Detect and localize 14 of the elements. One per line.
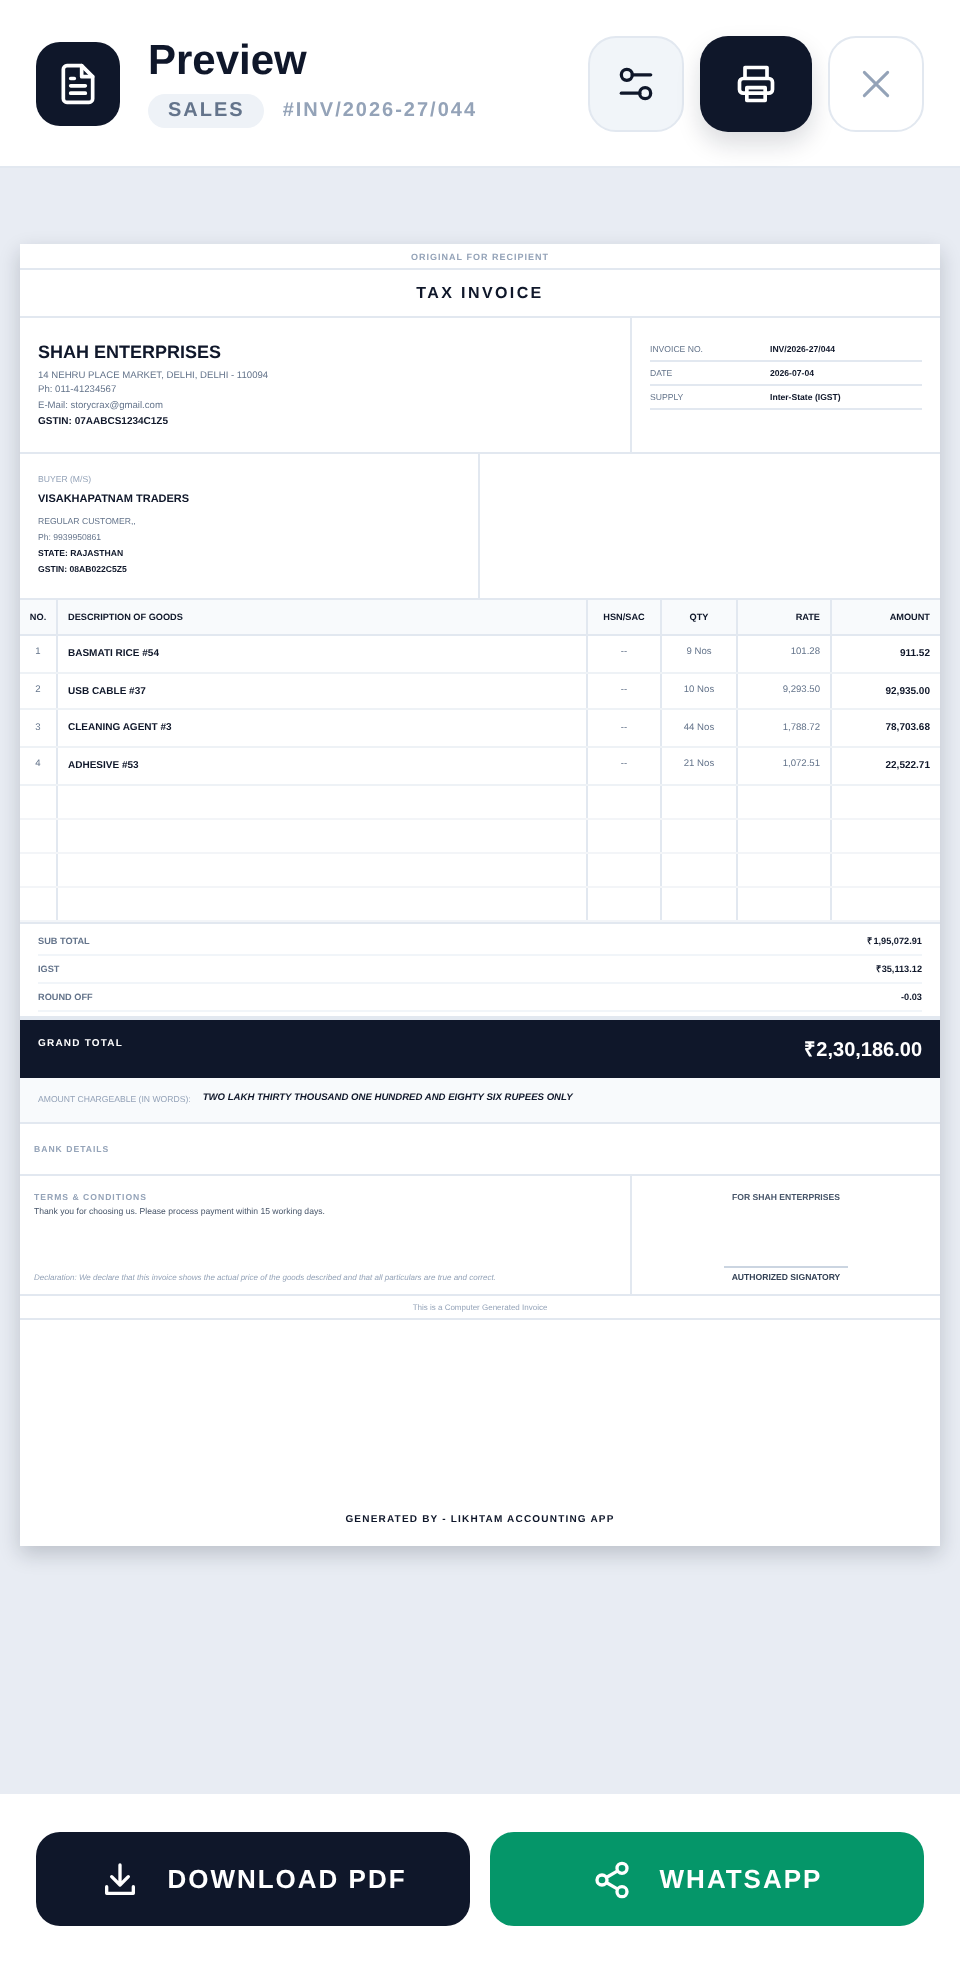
printer-icon bbox=[734, 61, 778, 105]
print-button[interactable] bbox=[700, 35, 812, 131]
seller-name: SHAH ENTERPRISES bbox=[38, 342, 224, 362]
category-tag: SALES bbox=[148, 94, 265, 128]
whatsapp-button[interactable]: WHATSAPP bbox=[490, 1832, 924, 1926]
download-pdf-button[interactable]: DOWNLOAD PDF bbox=[36, 1832, 470, 1926]
invoice-title: TAX INVOICE bbox=[416, 284, 544, 302]
page-title: Preview bbox=[148, 38, 309, 86]
document-icon bbox=[36, 41, 120, 125]
invoice-number: #INV/2026-27/044 bbox=[282, 100, 478, 122]
grand-total-value: ₹2,30,186.00 bbox=[804, 1038, 922, 1063]
download-icon bbox=[99, 1859, 140, 1899]
settings-button[interactable] bbox=[588, 35, 684, 131]
share-icon bbox=[591, 1859, 632, 1899]
